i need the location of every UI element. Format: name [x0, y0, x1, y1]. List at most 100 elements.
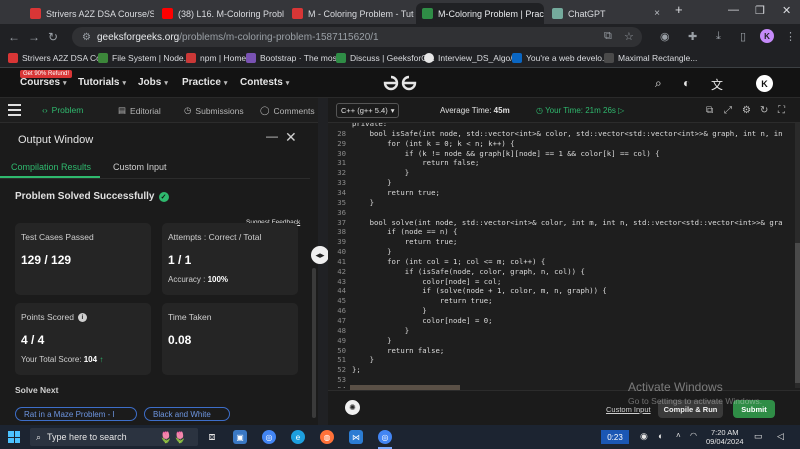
- firefox-icon[interactable]: ◍: [320, 430, 334, 444]
- edge-icon[interactable]: e: [291, 430, 305, 444]
- search-icon[interactable]: ⌕: [655, 76, 662, 91]
- language-select[interactable]: C++ (g++ 5.4) ▾: [336, 103, 400, 118]
- gfg-logo-icon[interactable]: [381, 73, 419, 93]
- tray-chevron-icon[interactable]: ˄: [676, 431, 681, 440]
- photos-icon[interactable]: ▣: [233, 430, 247, 444]
- code-line[interactable]: bool isSafe(int node, std::vector<int>& …: [352, 129, 783, 138]
- code-line[interactable]: }: [352, 306, 426, 315]
- code-line[interactable]: };: [352, 365, 361, 374]
- next-problem-pill[interactable]: Rat in a Maze Problem - I: [15, 407, 137, 421]
- code-line[interactable]: if (solve(node + 1, color, m, n, graph))…: [352, 286, 607, 295]
- theme-toggle-icon[interactable]: ◐: [683, 76, 690, 90]
- browser-tab[interactable]: ChatGPT ×: [546, 3, 666, 24]
- bookmark-item[interactable]: Discuss | GeeksforG...: [336, 53, 435, 63]
- browser-tab[interactable]: (38) L16. M-Coloring Proble ×: [156, 3, 284, 24]
- menu-kebab-icon[interactable]: ⋮: [785, 30, 796, 43]
- fullscreen-icon[interactable]: ⤢: [724, 105, 732, 116]
- bookmark-item[interactable]: Interview_DS_Algo/...: [424, 53, 520, 63]
- code-line[interactable]: }: [352, 326, 409, 335]
- windows-start-icon[interactable]: [8, 431, 20, 443]
- wifi-icon[interactable]: ◠: [690, 431, 697, 440]
- lightbulb-icon[interactable]: ✺: [345, 400, 360, 415]
- code-line[interactable]: }: [352, 247, 391, 256]
- extension-icon[interactable]: ◉: [660, 30, 670, 43]
- hamburger-icon[interactable]: [8, 104, 21, 119]
- copy-icon[interactable]: ⧉: [706, 105, 713, 116]
- code-line[interactable]: color[node] = 0;: [352, 316, 492, 325]
- nav-contests[interactable]: Contests ▾: [240, 77, 289, 88]
- window-close-icon[interactable]: ✕: [782, 4, 791, 17]
- bookmark-item[interactable]: You're a web develo...: [512, 53, 609, 63]
- back-icon[interactable]: ←: [8, 30, 20, 44]
- vscode-icon[interactable]: ⋈: [349, 430, 363, 444]
- notification-icon[interactable]: ▭: [754, 431, 763, 442]
- code-line[interactable]: return false;: [352, 346, 444, 355]
- editor-scrollbar[interactable]: [795, 123, 800, 388]
- nav-jobs[interactable]: Jobs ▾: [138, 77, 168, 88]
- code-line[interactable]: }: [352, 336, 391, 345]
- chrome-active-icon[interactable]: ◎: [378, 430, 392, 444]
- code-line[interactable]: return true;: [352, 296, 493, 305]
- play-icon[interactable]: ▷: [618, 106, 624, 115]
- timer-badge[interactable]: 0:23: [601, 430, 629, 444]
- info-icon[interactable]: i: [77, 312, 87, 322]
- bookmark-item[interactable]: Strivers A2Z DSA Co...: [8, 53, 108, 63]
- profile-avatar[interactable]: K: [760, 29, 774, 43]
- code-line[interactable]: private:: [352, 123, 387, 128]
- code-line[interactable]: return true;: [352, 188, 440, 197]
- side-panel-icon[interactable]: ▯: [740, 30, 746, 43]
- bookmark-item[interactable]: Bootstrap · The mos...: [246, 53, 344, 63]
- code-line[interactable]: }: [352, 355, 374, 364]
- code-line[interactable]: return false;: [352, 158, 479, 167]
- code-line[interactable]: return true;: [352, 237, 458, 246]
- reset-icon[interactable]: ↻: [760, 105, 768, 116]
- reload-icon[interactable]: ↻: [48, 30, 58, 44]
- code-line[interactable]: for (int col = 1; col <= m; col++) {: [352, 257, 545, 266]
- settings-icon[interactable]: ⚙: [742, 105, 751, 116]
- language-icon[interactable]: 文: [711, 76, 723, 93]
- system-clock[interactable]: 7:20 AM 09/04/2024: [706, 428, 744, 446]
- minimize-icon[interactable]: —: [728, 4, 739, 16]
- tab-custom-input[interactable]: Custom Input: [113, 162, 167, 172]
- new-tab-button[interactable]: +: [675, 2, 683, 17]
- bookmark-item[interactable]: Maximal Rectangle...: [604, 53, 697, 63]
- code-line[interactable]: if (k != node && graph[k][node] == 1 && …: [352, 149, 660, 158]
- tab-editorial[interactable]: ▤ Editorial: [118, 105, 161, 116]
- code-line[interactable]: for (int k = 0; k < n; k++) {: [352, 139, 514, 148]
- code-line[interactable]: bool solve(int node, std::vector<int>& c…: [352, 218, 783, 227]
- next-problem-pill[interactable]: Black and White: [144, 407, 230, 421]
- scrollbar[interactable]: [312, 268, 316, 418]
- expand-icon[interactable]: ⛶: [778, 105, 785, 116]
- tab-submissions[interactable]: ◷ Submissions: [184, 105, 244, 116]
- tab-comments[interactable]: ◯ Comments: [260, 105, 315, 116]
- resize-handle-icon[interactable]: ◂▸: [311, 246, 329, 264]
- close-icon[interactable]: ✕: [285, 129, 297, 146]
- chrome-icon[interactable]: ◎: [262, 430, 276, 444]
- tab-compilation-results[interactable]: Compilation Results: [11, 162, 91, 172]
- browser-tab[interactable]: M - Coloring Problem - Tuto ×: [286, 3, 414, 24]
- tray-app-icon[interactable]: ◉: [640, 431, 648, 442]
- tray-app-icon[interactable]: ◐: [658, 431, 663, 441]
- minimize-icon[interactable]: —: [266, 129, 278, 143]
- code-line[interactable]: }: [352, 168, 409, 177]
- browser-tab-active[interactable]: M-Coloring Problem | Practi ×: [416, 3, 544, 24]
- puzzle-icon[interactable]: ✚: [688, 30, 697, 43]
- bookmark-item[interactable]: npm | Home: [186, 53, 246, 63]
- code-line[interactable]: }: [352, 198, 374, 207]
- site-info-icon[interactable]: ⚙: [82, 32, 91, 43]
- close-icon[interactable]: ×: [654, 8, 660, 19]
- code-line[interactable]: if (node == n) {: [352, 227, 457, 236]
- nav-courses[interactable]: Courses ▾: [20, 77, 67, 88]
- forward-icon[interactable]: →: [28, 30, 40, 44]
- nav-practice[interactable]: Practice ▾: [182, 77, 227, 88]
- browser-tab[interactable]: Strivers A2Z DSA Course/She ×: [24, 3, 154, 24]
- code-line[interactable]: }: [352, 178, 391, 187]
- custom-input-link[interactable]: Custom Input: [606, 405, 651, 414]
- translate-icon[interactable]: ⧉: [604, 30, 612, 43]
- downloads-icon[interactable]: ⤓: [716, 30, 721, 43]
- bookmark-star-icon[interactable]: ☆: [624, 30, 634, 43]
- tab-problem[interactable]: ‹› Problem: [42, 105, 83, 115]
- code-line[interactable]: if (isSafe(node, color, graph, n, col)) …: [352, 267, 585, 276]
- restore-icon[interactable]: ❐: [755, 4, 765, 17]
- code-line[interactable]: color[node] = col;: [352, 277, 501, 286]
